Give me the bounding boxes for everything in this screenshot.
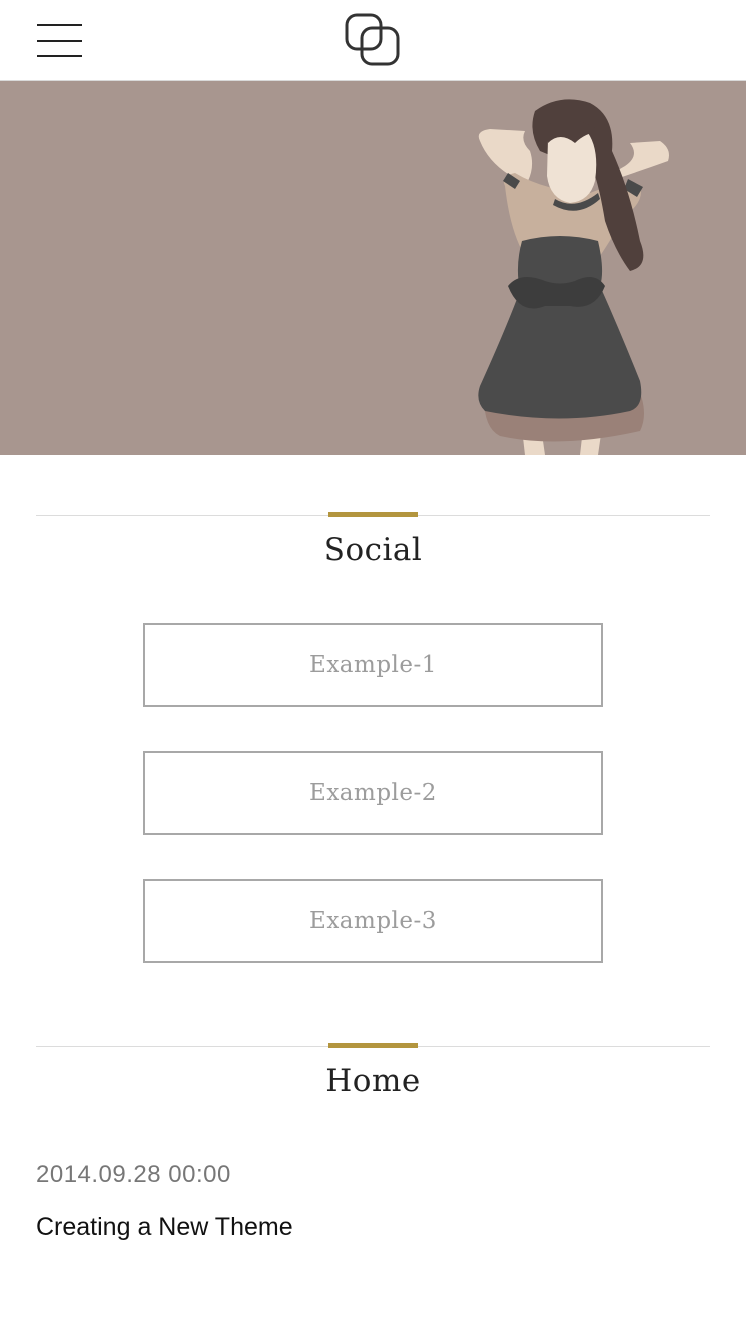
girl-illustration [478, 99, 669, 455]
menu-bar [37, 40, 82, 42]
menu-bar [37, 24, 82, 26]
menu-bar [37, 55, 82, 57]
social-title: Social [323, 532, 423, 568]
section-divider [36, 1043, 710, 1048]
section-divider [36, 512, 710, 517]
social-section: Social Example-1 Example-2 Example-3 [36, 455, 710, 963]
post-title-link[interactable]: Creating a New Theme [36, 1213, 710, 1242]
post-date: 2014.09.28 00:00 [36, 1161, 231, 1188]
social-link-button[interactable]: Example-2 [143, 751, 603, 835]
social-link-list: Example-1 Example-2 Example-3 [36, 568, 710, 963]
site-header [0, 0, 746, 81]
social-link-button[interactable]: Example-3 [143, 879, 603, 963]
hamburger-menu-icon[interactable] [37, 24, 83, 58]
section-accent-bar [328, 512, 418, 517]
hero-banner [0, 81, 746, 455]
home-title: Home [325, 1063, 421, 1099]
site-logo-icon[interactable] [344, 12, 402, 70]
post-item: 2014.09.28 00:00 Creating a New Theme [36, 1099, 710, 1242]
section-accent-bar [328, 1043, 418, 1048]
social-link-button[interactable]: Example-1 [143, 623, 603, 707]
home-section: Home 2014.09.28 00:00 Creating a New The… [36, 1007, 710, 1242]
